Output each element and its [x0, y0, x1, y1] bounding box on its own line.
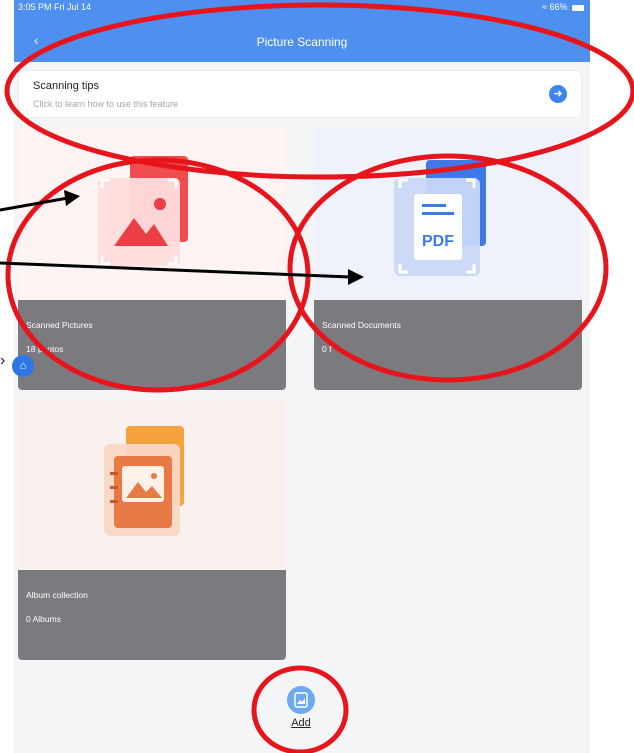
picture-scan-icon [98, 156, 188, 266]
home-icon[interactable]: ⌂ [12, 355, 34, 377]
card-footer: Scanned Documents 0 f [314, 300, 582, 390]
status-time: 3:05 PM Fri Jul 14 [18, 2, 92, 12]
battery-icon [572, 4, 584, 11]
status-bar: 3:05 PM Fri Jul 14 ≈ 66% [14, 0, 590, 14]
pdf-document-icon: PDF [394, 160, 486, 276]
card-name: Scanned Pictures [26, 320, 93, 330]
add-label: Add [291, 717, 311, 729]
page-title: Picture Scanning [256, 35, 348, 49]
album-book-icon [104, 426, 184, 536]
scanned-pictures-card[interactable]: Scanned Pictures 18 photos [18, 128, 286, 390]
pdf-label: PDF [422, 233, 454, 250]
add-button[interactable]: Add [276, 686, 326, 746]
card-footer: Album collection 0 Albums [18, 570, 286, 660]
arrow-right-circle-icon[interactable]: ➜ [549, 85, 567, 103]
wifi-icon: ≈ [542, 2, 547, 12]
card-count: 18 photos [26, 344, 64, 354]
status-battery: ≈ 66% [542, 0, 584, 14]
chevron-right-icon[interactable]: › [0, 352, 5, 370]
card-name: Scanned Documents [322, 320, 401, 330]
battery-label: 66% [549, 2, 568, 12]
scan-add-icon [287, 686, 315, 714]
card-name: Album collection [26, 590, 88, 600]
nav-bar: ‹ Picture Scanning [14, 14, 590, 62]
card-count: 0 f [322, 344, 332, 354]
tips-subtitle: Click to learn how to use this feature [33, 99, 179, 109]
card-count: 0 Albums [26, 614, 61, 624]
scanning-tips-card[interactable]: Scanning tips Click to learn how to use … [18, 70, 582, 118]
album-collection-card[interactable]: Album collection 0 Albums [18, 400, 286, 660]
tips-title: Scanning tips [33, 80, 100, 92]
app-window: 3:05 PM Fri Jul 14 ≈ 66% ‹ Picture Scann… [14, 0, 590, 753]
card-footer: Scanned Pictures 18 photos [18, 300, 286, 390]
scanned-documents-card[interactable]: PDF Scanned Documents 0 f [314, 128, 582, 390]
